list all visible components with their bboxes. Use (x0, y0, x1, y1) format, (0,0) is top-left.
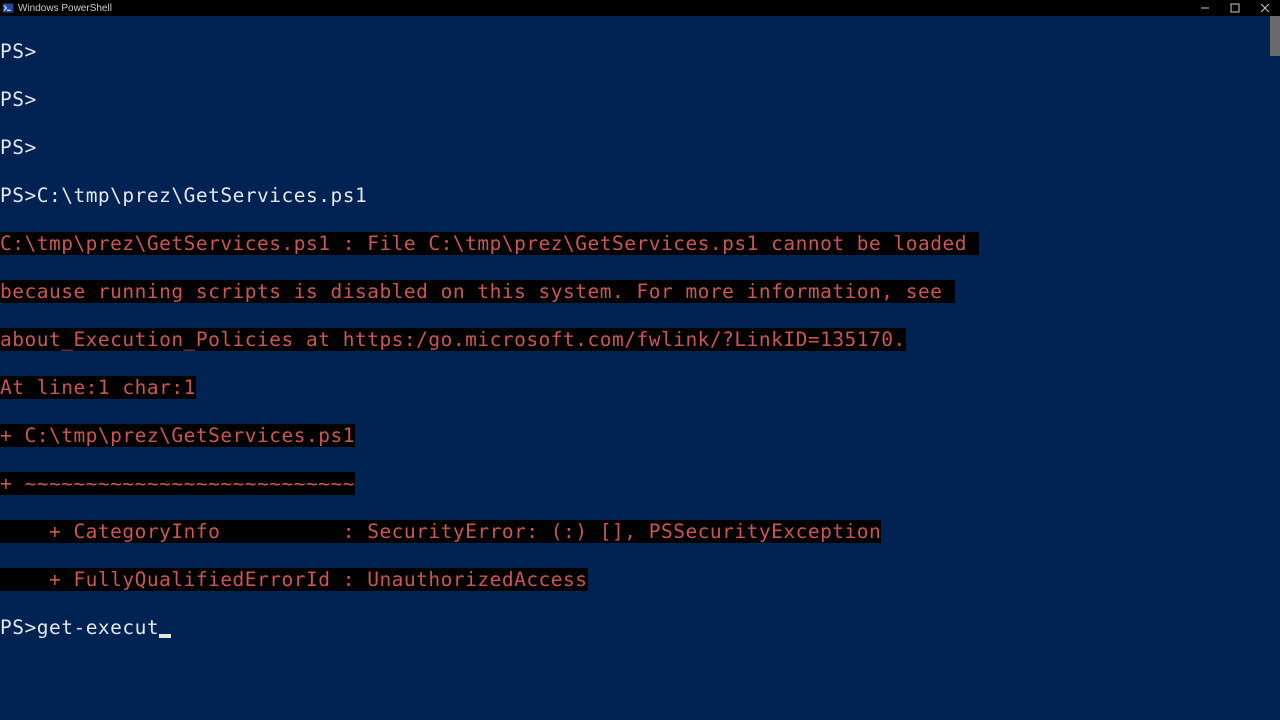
error-line: C:\tmp\prez\GetServices.ps1 : File C:\tm… (0, 232, 979, 255)
window-title: Windows PowerShell (18, 3, 112, 14)
window-controls (1190, 0, 1280, 16)
scrollbar-thumb[interactable] (1270, 16, 1280, 56)
prompt: PS> (0, 88, 37, 111)
error-id: + FullyQualifiedErrorId : UnauthorizedAc… (0, 568, 588, 591)
current-input[interactable]: get-execut (37, 616, 159, 639)
error-line: At line:1 char:1 (0, 376, 196, 399)
error-line: because running scripts is disabled on t… (0, 280, 955, 303)
minimize-button[interactable] (1190, 0, 1220, 16)
titlebar-left: Windows PowerShell (0, 2, 112, 14)
prompt: PS> (0, 184, 37, 207)
close-button[interactable] (1250, 0, 1280, 16)
scrollbar-track[interactable] (1270, 16, 1280, 720)
error-line: about_Execution_Policies at https:/go.mi… (0, 328, 906, 351)
error-line: + ~~~~~~~~~~~~~~~~~~~~~~~~~~~ (0, 472, 355, 495)
terminal-output[interactable]: PS> PS> PS> PS>C:\tmp\prez\GetServices.p… (0, 16, 1270, 720)
cursor (159, 634, 171, 638)
prompt: PS> (0, 40, 37, 63)
error-line: + C:\tmp\prez\GetServices.ps1 (0, 424, 355, 447)
maximize-button[interactable] (1220, 0, 1250, 16)
titlebar[interactable]: Windows PowerShell (0, 0, 1280, 16)
prompt: PS> (0, 616, 37, 639)
powershell-icon (2, 2, 14, 14)
prompt: PS> (0, 136, 37, 159)
terminal-window: PS> PS> PS> PS>C:\tmp\prez\GetServices.p… (0, 16, 1280, 720)
error-category: + CategoryInfo : SecurityError: (:) [], … (0, 520, 881, 543)
executed-command: C:\tmp\prez\GetServices.ps1 (37, 184, 367, 207)
